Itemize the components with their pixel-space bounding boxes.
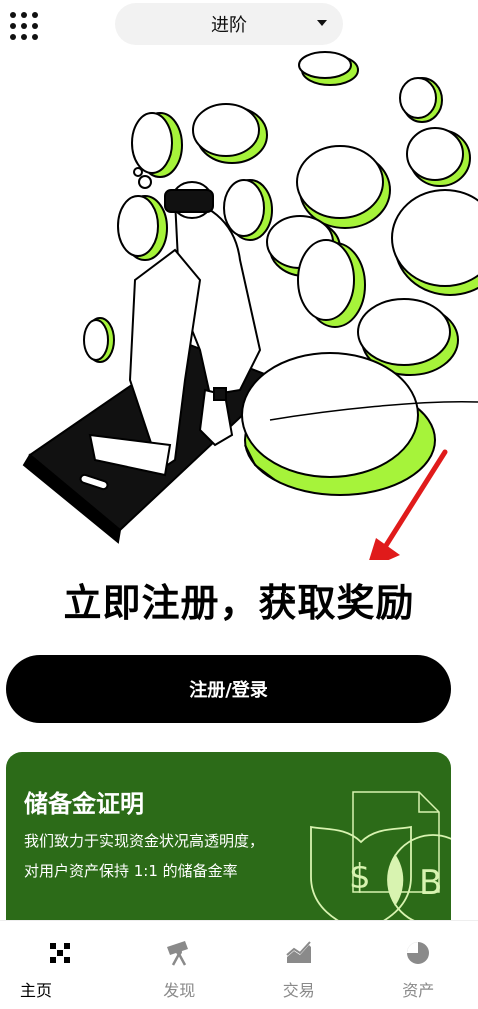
nav-item-assets[interactable]: 资产 xyxy=(359,921,478,1009)
register-login-button[interactable]: 注册/登录 xyxy=(6,655,451,723)
nav-label-assets: 资产 xyxy=(402,981,435,1000)
nav-label-home: 主页 xyxy=(20,981,53,1000)
nav-item-home[interactable]: 主页 xyxy=(0,921,120,1009)
proof-of-reserves-card[interactable]: 储备金证明 我们致力于实现资金状况高透明度，对用户资产保持 1:1 的储备金率 … xyxy=(6,752,451,927)
top-bar: 进阶 xyxy=(0,0,478,50)
nav-label-discover: 发现 xyxy=(163,981,196,1000)
trade-chart-icon xyxy=(286,941,311,963)
page-headline: 立即注册，获取奖励 xyxy=(63,581,415,625)
bottom-navigation: 主页 发现 交易 资产 xyxy=(0,920,478,1009)
reserve-card-description: 我们致力于实现资金状况高透明度，对用户资产保持 1:1 的储备金率 xyxy=(24,832,265,880)
reserve-card-title: 储备金证明 xyxy=(24,790,144,818)
menu-grid-icon[interactable] xyxy=(10,12,38,40)
caret-down-icon xyxy=(317,20,327,26)
nav-item-trade[interactable]: 交易 xyxy=(239,921,359,1009)
svg-text:$: $ xyxy=(349,857,371,897)
svg-text:B: B xyxy=(419,863,442,903)
telescope-icon xyxy=(167,941,189,966)
vr-coins-illustration xyxy=(22,51,478,570)
pie-chart-icon xyxy=(407,942,430,964)
reserve-shield-coin-icon: $ B xyxy=(310,791,451,927)
mode-label: 进阶 xyxy=(211,15,247,36)
hero-illustration xyxy=(0,50,478,570)
nav-label-trade: 交易 xyxy=(282,981,315,1000)
home-logo-icon xyxy=(49,943,70,963)
nav-item-discover[interactable]: 发现 xyxy=(120,921,240,1009)
mode-selector[interactable]: 进阶 xyxy=(115,3,343,45)
register-login-label: 注册/登录 xyxy=(189,680,268,701)
